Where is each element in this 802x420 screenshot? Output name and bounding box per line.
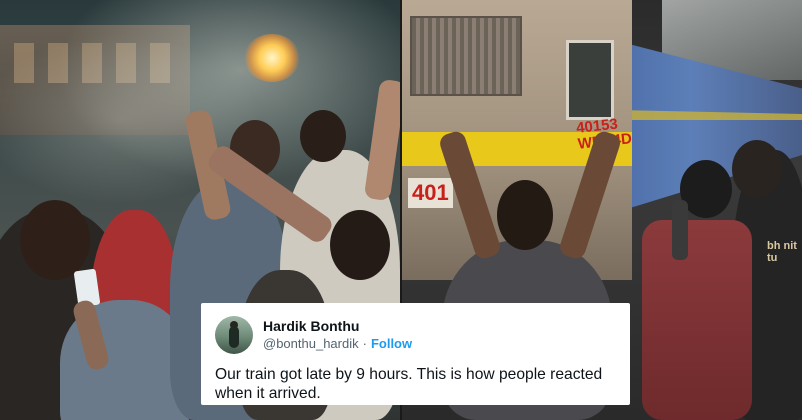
tweet-card: Hardik Bonthu @bonthu_hardik · Follow Ou… [201, 303, 630, 405]
locomotive-cab-window [566, 40, 614, 120]
display-name[interactable]: Hardik Bonthu [263, 318, 412, 335]
backpack [642, 220, 752, 420]
tweet-text: Our train got late by 9 hours. This is h… [215, 366, 603, 402]
backpack-strap [672, 200, 688, 260]
user-block: Hardik Bonthu @bonthu_hardik · Follow [263, 318, 412, 352]
avatar[interactable] [215, 316, 253, 354]
train-headlight [244, 34, 300, 82]
follow-button[interactable]: Follow [371, 335, 412, 352]
handle-row: @bonthu_hardik · Follow [263, 335, 412, 352]
tshirt-print: bh nit tu [767, 240, 797, 264]
separator-dot: · [362, 336, 367, 351]
user-handle[interactable]: @bonthu_hardik [263, 335, 359, 352]
tweet-header: Hardik Bonthu @bonthu_hardik · Follow [215, 315, 616, 355]
locomotive-grill [410, 16, 522, 96]
